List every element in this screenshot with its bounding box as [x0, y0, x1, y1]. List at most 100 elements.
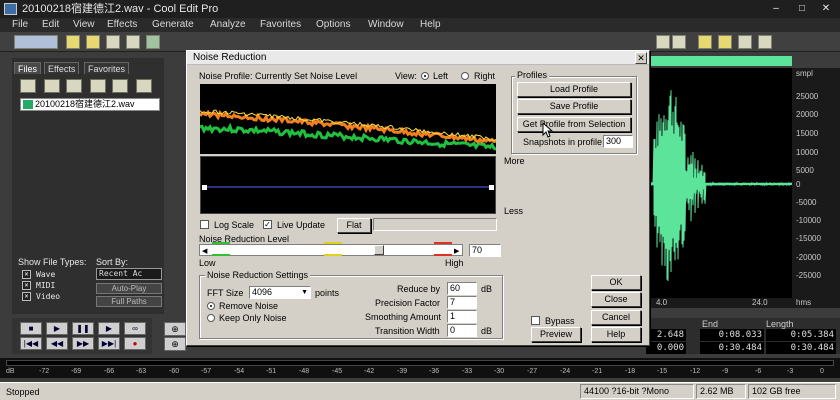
menu-file[interactable]: File	[12, 18, 28, 32]
file-type-midi[interactable]: ✕ MIDI	[22, 281, 55, 290]
save-profile-button[interactable]: Save Profile	[517, 99, 631, 114]
help-button[interactable]: Help	[591, 327, 641, 342]
keep-only-noise-radio[interactable]	[207, 314, 215, 322]
play-file-icon[interactable]	[90, 79, 106, 93]
sort-by-select[interactable]: Recent Ac	[96, 268, 162, 280]
view-end-value[interactable]: 0:30.484	[700, 342, 764, 354]
play-to-end-button[interactable]: ▶	[98, 322, 120, 335]
bypass-checkbox[interactable]	[531, 316, 540, 325]
load-profile-button[interactable]: Load Profile	[517, 82, 631, 97]
flat-button[interactable]: Flat	[337, 218, 371, 233]
close-icon[interactable]	[66, 79, 82, 93]
minimize-button[interactable]: –	[764, 2, 788, 16]
waveform-display[interactable]	[645, 68, 793, 298]
view-left-label: Left	[433, 71, 449, 81]
tab-files[interactable]: Files	[14, 62, 42, 74]
insert-icon[interactable]	[112, 79, 128, 93]
live-update-checkbox[interactable]: ✓	[263, 220, 272, 229]
menu-generate[interactable]: Generate	[152, 18, 194, 32]
file-type-video[interactable]: ✕ Video	[22, 292, 60, 301]
tool-icon-4[interactable]	[718, 35, 732, 49]
slider-right-arrow[interactable]: ▶	[454, 247, 459, 255]
reduction-level-slider[interactable]: ◀ ▶	[199, 242, 463, 256]
save-icon[interactable]	[106, 35, 120, 49]
menu-window[interactable]: Window	[368, 18, 404, 32]
import-icon[interactable]	[44, 79, 60, 93]
menu-analyze[interactable]: Analyze	[210, 18, 246, 32]
end-value[interactable]: 0:08.033	[700, 329, 764, 341]
app-icon	[4, 3, 17, 15]
curve-handle-left[interactable]	[202, 185, 207, 190]
slider-thumb[interactable]	[374, 245, 384, 255]
open-folder-icon[interactable]	[86, 35, 100, 49]
menu-options[interactable]: Options	[316, 18, 350, 32]
close-file-icon[interactable]	[126, 35, 140, 49]
rewind-button[interactable]: ◀◀	[46, 337, 68, 350]
transition-input[interactable]: 0	[447, 324, 477, 337]
tool-icon-3[interactable]	[698, 35, 712, 49]
view-length-value[interactable]: 0:30.484	[766, 342, 836, 354]
meter-tick: -69	[71, 368, 82, 375]
tool-icon-6[interactable]	[758, 35, 772, 49]
menu-view[interactable]: View	[73, 18, 95, 32]
record-button[interactable]: ●	[124, 337, 146, 350]
menu-edit[interactable]: Edit	[42, 18, 59, 32]
rewind-start-button[interactable]: |◀◀	[20, 337, 42, 350]
fast-forward-button[interactable]: ▶▶	[72, 337, 94, 350]
begin-value[interactable]: 2.648	[646, 329, 686, 341]
log-scale-checkbox[interactable]	[200, 220, 209, 229]
tool-icon-1[interactable]	[656, 35, 670, 49]
file-type-wave[interactable]: ✕ Wave	[22, 270, 55, 279]
tool-icon-2[interactable]	[672, 35, 686, 49]
reduction-curve-graph[interactable]	[200, 156, 496, 214]
waveform-view-button[interactable]	[14, 35, 58, 49]
snapshots-input[interactable]: 300	[603, 135, 633, 148]
checkbox-wave[interactable]: ✕	[22, 270, 31, 279]
slider-left-arrow[interactable]: ◀	[202, 247, 207, 255]
menu-effects[interactable]: Effects	[107, 18, 137, 32]
file-list-item[interactable]: 20100218宿建德江2.wav	[20, 98, 160, 111]
stop-button[interactable]: ■	[20, 322, 42, 335]
view-begin-value[interactable]: 0.000	[646, 342, 686, 354]
pause-button[interactable]: ❚❚	[72, 322, 94, 335]
maximize-button[interactable]: □	[790, 2, 814, 16]
ok-button[interactable]: OK	[591, 275, 641, 290]
length-value[interactable]: 0:05.384	[766, 329, 836, 341]
view-right-radio[interactable]	[461, 72, 469, 80]
zoom-full-icon[interactable]: ⊕	[164, 337, 186, 351]
tab-effects[interactable]: Effects	[44, 62, 80, 74]
append-icon[interactable]	[146, 35, 160, 49]
menu-favorites[interactable]: Favorites	[260, 18, 301, 32]
dialog-close-icon[interactable]: ✕	[635, 52, 647, 64]
log-scale-label: Log Scale	[214, 220, 255, 230]
remove-noise-radio[interactable]	[207, 302, 215, 310]
play-button[interactable]: ▶	[46, 322, 68, 335]
view-left-radio[interactable]	[421, 72, 429, 80]
cancel-button[interactable]: Cancel	[591, 310, 641, 325]
preview-button[interactable]: Preview	[531, 327, 581, 342]
precision-input[interactable]: 7	[447, 296, 477, 309]
get-profile-button[interactable]: Get Profile from Selection	[517, 117, 631, 132]
menu-help[interactable]: Help	[420, 18, 441, 32]
close-button[interactable]: ✕	[814, 2, 838, 16]
full-paths-button[interactable]: Full Paths	[96, 296, 162, 307]
reduce-by-input[interactable]: 60	[447, 282, 477, 295]
reduction-level-input[interactable]: 70	[469, 244, 501, 257]
zoom-in-icon[interactable]: ⊕	[164, 322, 186, 336]
open-file-icon[interactable]	[20, 79, 36, 93]
auto-play-button[interactable]: Auto-Play	[96, 283, 162, 294]
fft-size-select[interactable]: 4096 ▼	[249, 286, 311, 299]
waveform-overview-bar[interactable]	[646, 56, 792, 66]
curve-handle-right[interactable]	[489, 185, 494, 190]
checkbox-midi[interactable]: ✕	[22, 281, 31, 290]
loop-button[interactable]: ∞	[124, 322, 146, 335]
help-icon[interactable]	[136, 79, 152, 93]
smoothing-input[interactable]: 1	[447, 310, 477, 323]
tab-favorites[interactable]: Favorites	[84, 62, 130, 74]
close-dialog-button[interactable]: Close	[591, 292, 641, 307]
go-to-end-button[interactable]: ▶▶|	[98, 337, 120, 350]
remove-noise-label: Remove Noise	[219, 301, 279, 311]
tool-icon-5[interactable]	[738, 35, 752, 49]
checkbox-video[interactable]: ✕	[22, 292, 31, 301]
new-file-icon[interactable]	[66, 35, 80, 49]
